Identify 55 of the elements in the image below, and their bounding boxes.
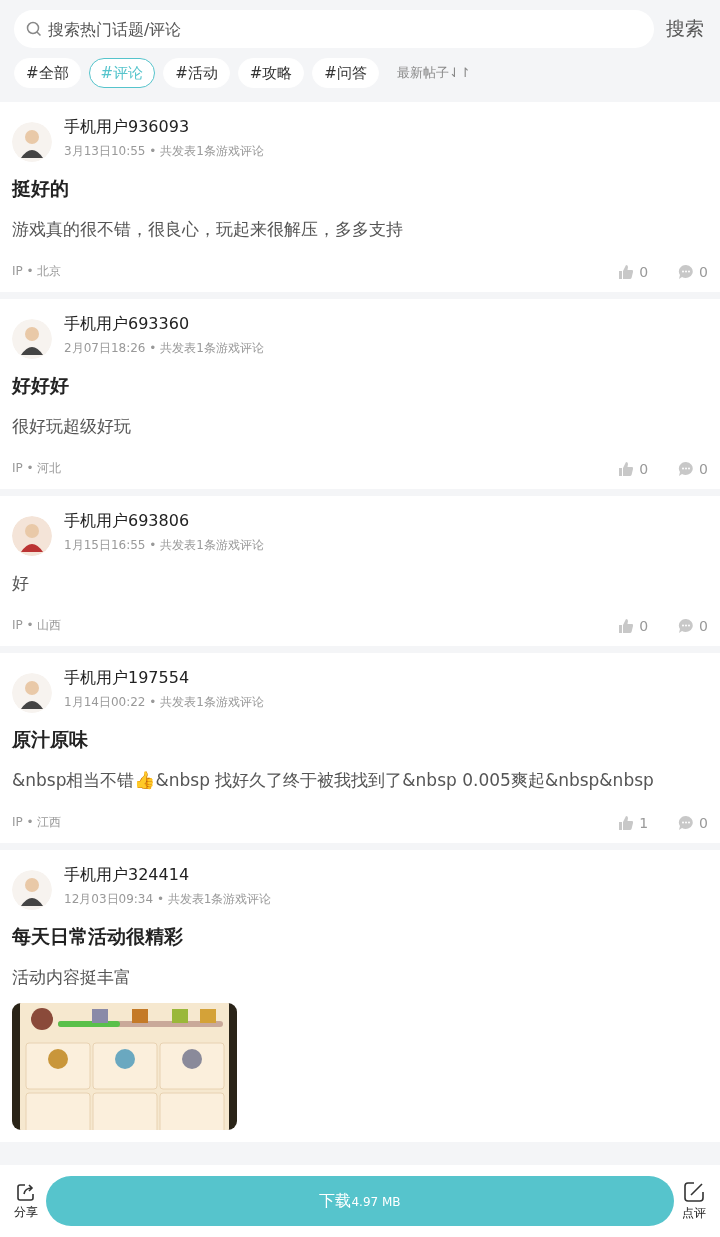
ip-location: IP • 河北 [12,460,62,477]
thumbs-up-icon[interactable] [618,460,635,477]
ip-location: IP • 山西 [12,617,62,634]
user-name: 手机用户197554 [64,667,191,689]
share-button[interactable]: 分享 [14,1181,38,1221]
tag-chip[interactable]: #活动 [163,58,230,88]
tag-chip[interactable]: #全部 [14,58,81,88]
search-icon [26,21,42,37]
tag-chip[interactable]: #攻略 [237,58,305,88]
post-meta: 3月13日10:55 • 共发表1条游戏评论 [64,143,264,160]
post-body: 活动内容挺丰富 [12,966,132,989]
post-title: 原汁原味 [12,727,89,752]
post-meta: 2月07日18:26 • 共发表1条游戏评论 [64,340,264,357]
user-name: 手机用户936093 [64,116,191,138]
post-meta: 12月03日09:34 • 共发表1条游戏评论 [64,891,272,908]
edit-icon [683,1180,705,1203]
post-body: 游戏真的很不错，很良心，玩起来很解压，多多支持 [12,218,404,241]
thumbs-up-icon[interactable] [618,617,635,634]
user-name: 手机用户693360 [64,313,191,335]
like-count: 0 [639,263,649,280]
comment-count: 0 [699,617,708,634]
avatar [12,319,52,359]
avatar [12,516,52,556]
search-field[interactable]: 搜索热门话题/评论 [14,10,654,48]
comment-icon[interactable] [678,617,695,634]
post-meta: 1月15日16:55 • 共发表1条游戏评论 [64,537,264,554]
avatar [12,673,52,713]
thumbs-up-icon[interactable] [618,814,635,831]
ip-location: IP • 江西 [12,814,62,831]
review-button[interactable]: 点评 [682,1180,706,1222]
post-title: 每天日常活动很精彩 [12,924,184,949]
comment-icon[interactable] [678,460,695,477]
search-button[interactable]: 搜索 [664,16,706,42]
like-count: 1 [639,814,649,831]
user-name: 手机用户693806 [64,510,191,532]
post-title: 好好好 [12,373,70,398]
thumbs-up-icon[interactable] [618,263,635,280]
comment-count: 0 [699,263,708,280]
comment-icon[interactable] [678,263,695,280]
like-count: 0 [639,460,649,477]
post-body: 好 [12,572,30,595]
share-icon [16,1181,36,1202]
user-name: 手机用户324414 [64,864,191,886]
like-count: 0 [639,617,649,634]
post-title: 挺好的 [12,176,70,201]
comment-count: 0 [699,814,708,831]
post-body: &nbsp相当不错👍&nbsp 找好久了终于被我找到了&nbsp 0.005爽起&nbsp&nbsp [12,769,655,792]
tag-chip[interactable]: #问答 [312,58,379,88]
comment-icon[interactable] [678,814,695,831]
avatar [12,870,52,910]
avatar [12,122,52,162]
ip-location: IP • 北京 [12,263,62,280]
comment-count: 0 [699,460,708,477]
post-body: 很好玩超级好玩 [12,415,132,438]
post-meta: 1月14日00:22 • 共发表1条游戏评论 [64,694,264,711]
